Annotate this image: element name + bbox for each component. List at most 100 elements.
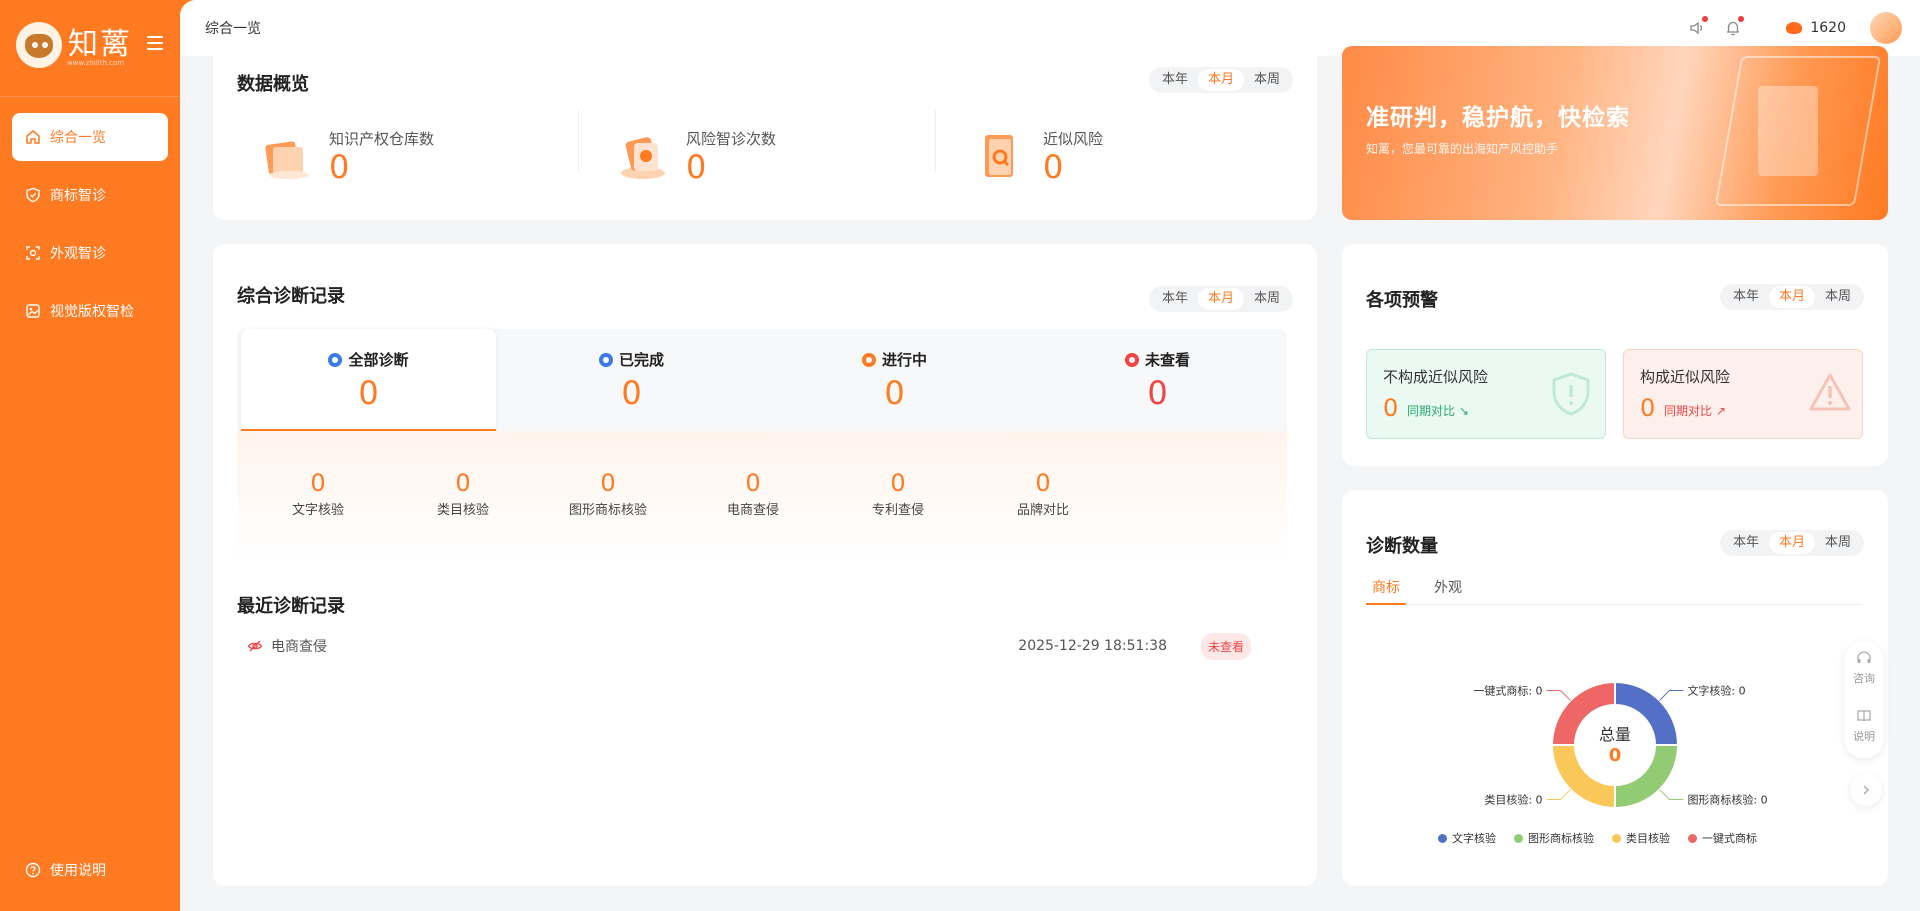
tab-label: 未查看: [1144, 351, 1190, 369]
avatar[interactable]: [1870, 12, 1902, 44]
subtype-graphic-check[interactable]: 0 图形商标核验: [558, 469, 658, 518]
tab-all[interactable]: 全部诊断 0: [241, 329, 496, 431]
period-week[interactable]: 本周: [1815, 286, 1861, 308]
page-tag[interactable]: 综合一览: [205, 18, 261, 38]
scan-face-icon: [24, 244, 42, 262]
tab-count: 0: [358, 374, 379, 412]
trend-up-icon: ↗: [1715, 404, 1726, 418]
sidebar-item-copyright[interactable]: 视觉版权智检: [12, 287, 168, 335]
diagnosis-type-tabs: 商标 外观: [1366, 577, 1862, 605]
period-switch: 本年 本月 本周: [1719, 530, 1864, 556]
subtype-category-check[interactable]: 0 类目核验: [413, 469, 513, 518]
slice-label: 图形商标核验: 0: [1687, 792, 1767, 806]
slice-label: 一键式商标: 0: [1473, 684, 1542, 698]
chart-legend: 文字核验 图形商标核验 类目核验 一键式商标: [1438, 830, 1775, 846]
subtype-patent-check[interactable]: 0 专利查侵: [848, 469, 948, 518]
tab-trademark[interactable]: 商标: [1366, 577, 1406, 605]
subtype-brand-compare[interactable]: 0 品牌对比: [993, 469, 1093, 518]
slice-label: 类目核验: 0: [1484, 792, 1542, 806]
legend-label: 类目核验: [1626, 832, 1670, 845]
warning-title: 不构成近似风险: [1383, 368, 1489, 386]
notification-dot: [1738, 16, 1745, 22]
period-year[interactable]: 本年: [1723, 532, 1769, 554]
tab-design[interactable]: 外观: [1428, 577, 1468, 605]
guide-button[interactable]: 说明: [1844, 707, 1884, 744]
donut-chart: 文字核验: 0 图形商标核验: 0 类目核验: 0 一键式商标: 0 总量0: [1473, 680, 1768, 810]
chevron-right-icon[interactable]: [1850, 774, 1882, 806]
warnings-title: 各项预警: [1366, 290, 1438, 311]
period-year[interactable]: 本年: [1723, 286, 1769, 308]
stat-label: 知识产权仓库数: [329, 129, 435, 148]
guide-label: 说明: [1853, 730, 1875, 743]
legend-item[interactable]: 一键式商标: [1688, 830, 1757, 846]
speaker-icon[interactable]: [1686, 16, 1709, 39]
legend-item[interactable]: 类目核验: [1612, 830, 1670, 846]
promo-banner[interactable]: 准研判，稳护航，快检索 知蓠，您最可靠的出海知产风控助手: [1342, 46, 1888, 220]
diagnosis-title: 诊断数量: [1366, 536, 1438, 557]
period-year[interactable]: 本年: [1152, 69, 1198, 91]
tab-count: 0: [884, 374, 905, 412]
divider: [578, 110, 579, 172]
period-month[interactable]: 本月: [1768, 532, 1815, 554]
consult-button[interactable]: 咨询: [1844, 649, 1884, 686]
legend-swatch: [1688, 833, 1697, 843]
subtype-text-check[interactable]: 0 文字核验: [268, 469, 368, 518]
legend-item[interactable]: 文字核验: [1438, 830, 1496, 846]
sidebar-item-trademark[interactable]: 商标智诊: [12, 171, 168, 219]
period-month[interactable]: 本月: [1197, 288, 1244, 310]
legend-item[interactable]: 图形商标核验: [1514, 830, 1594, 846]
sidebar-item-label: 外观智诊: [50, 246, 106, 262]
period-week[interactable]: 本周: [1815, 532, 1861, 554]
warning-no-risk[interactable]: 不构成近似风险 0 同期对比 ↘: [1366, 349, 1606, 439]
image-icon: [24, 302, 42, 320]
subtype-ecommerce-check[interactable]: 0 电商查侵: [703, 469, 803, 518]
subtype-value: 0: [745, 469, 761, 497]
slice-leader-line: [1546, 789, 1571, 800]
points-value: 1620: [1810, 20, 1846, 36]
tab-label: 进行中: [881, 351, 927, 369]
consult-label: 咨询: [1853, 672, 1875, 685]
period-year[interactable]: 本年: [1152, 288, 1198, 310]
floating-toolbar: 咨询 说明: [1844, 641, 1884, 759]
warning-compare: 同期对比 ↘: [1407, 402, 1469, 419]
tab-completed[interactable]: 已完成 0: [504, 329, 759, 431]
period-week[interactable]: 本周: [1244, 288, 1290, 310]
warnings-card: 各项预警 本年 本月 本周 不构成近似风险 0 同期对比 ↘ 构成近似风险 0 …: [1342, 244, 1888, 466]
points-display[interactable]: 1620: [1786, 20, 1846, 36]
sidebar-item-label: 综合一览: [50, 130, 106, 146]
period-month[interactable]: 本月: [1197, 69, 1244, 91]
records-card: 综合诊断记录 本年 本月 本周 全部诊断 0 已完成 0 进行中 0 未查看 0: [213, 244, 1317, 886]
folder-3d-icon: [259, 129, 313, 183]
menu-toggle-icon[interactable]: [147, 36, 163, 50]
tab-count: 0: [621, 374, 642, 412]
stat-ip-warehouse: 知识产权仓库数 0: [259, 115, 434, 197]
bell-icon[interactable]: [1722, 16, 1745, 39]
period-month[interactable]: 本月: [1768, 286, 1815, 308]
sidebar-item-overview[interactable]: 综合一览: [12, 113, 168, 161]
sidebar-item-design[interactable]: 外观智诊: [12, 229, 168, 277]
sidebar-item-label: 商标智诊: [50, 188, 106, 204]
subtype-value: 0: [310, 469, 326, 497]
all-diagnosis-icon: [328, 352, 343, 367]
period-switch: 本年 本月 本周: [1719, 284, 1864, 310]
diagnosis-count-card: 诊断数量 本年 本月 本周 商标 外观 文字核验: 0 图形商标核验: 0 类目核验…: [1342, 490, 1888, 886]
warning-risk[interactable]: 构成近似风险 0 同期对比 ↗: [1623, 349, 1863, 439]
stat-label: 近似风险: [1043, 129, 1104, 148]
help-label: 使用说明: [50, 863, 106, 879]
subtype-value: 0: [600, 469, 616, 497]
period-week[interactable]: 本周: [1244, 69, 1290, 91]
logo-mascot-icon: [16, 22, 62, 68]
tab-in-progress[interactable]: 进行中 0: [767, 329, 1022, 431]
period-switch: 本年 本月 本周: [1148, 286, 1293, 312]
divider: [935, 110, 936, 172]
banner-title: 准研判，稳护航，快检索: [1366, 105, 1630, 131]
divider: [0, 96, 180, 97]
question-circle-icon: [24, 861, 42, 879]
record-status-tabs: 全部诊断 0 已完成 0 进行中 0 未查看 0: [237, 329, 1287, 431]
help-link[interactable]: 使用说明: [24, 860, 106, 880]
tab-unviewed[interactable]: 未查看 0: [1030, 329, 1285, 431]
record-name: 电商查侵: [271, 639, 327, 655]
check-circle-icon: [598, 352, 613, 367]
recent-record-row[interactable]: 电商查侵 2025-12-29 18:51:38 未查看: [237, 624, 1287, 668]
stat-label: 风险智诊次数: [686, 129, 777, 148]
